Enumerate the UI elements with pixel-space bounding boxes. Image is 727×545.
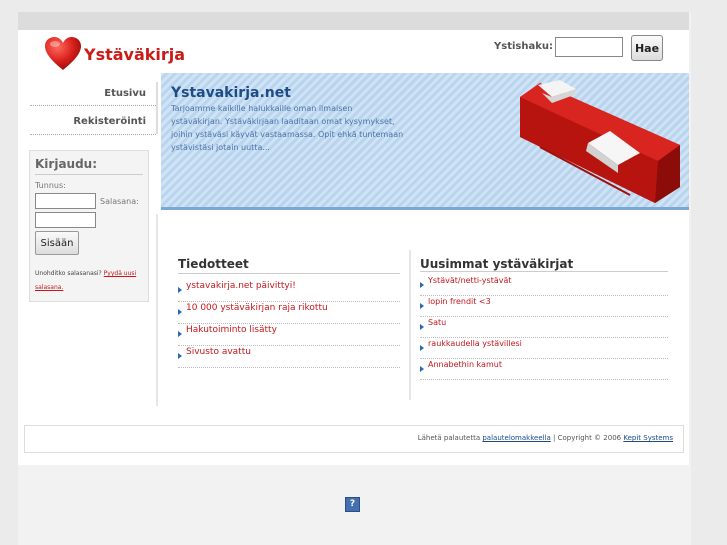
password-label: Salasana: — [100, 197, 139, 206]
list-item[interactable]: ystavakirja.net päivittyi! — [178, 280, 400, 302]
list-item[interactable]: 10 000 ystäväkirjan raja rikottu — [178, 302, 400, 324]
column-divider — [409, 250, 411, 400]
list-item[interactable]: Satu — [420, 317, 668, 338]
list-item[interactable]: Ystävät/netti-ystävät — [420, 275, 668, 296]
banner-title: Ystavakirja.net — [171, 85, 291, 101]
nav-item-etusivu[interactable]: Etusivu — [30, 81, 156, 106]
latest-item-label[interactable]: lopin frendit <3 — [428, 297, 491, 306]
news-item-label[interactable]: Hakutoiminto lisätty — [186, 325, 277, 335]
item-divider — [420, 379, 668, 380]
arrow-right-icon — [178, 331, 182, 337]
site-logo[interactable]: Ystäväkirja — [44, 36, 194, 72]
news-title-underline — [178, 273, 400, 274]
username-label: Tunnus: — [35, 181, 66, 190]
arrow-right-icon — [420, 303, 424, 309]
top-band — [18, 12, 689, 30]
sofa-illustration — [520, 80, 680, 203]
list-item[interactable]: lopin frendit <3 — [420, 296, 668, 317]
list-item[interactable]: Annabethin kamut — [420, 359, 668, 380]
login-box: Kirjaudu: Tunnus: Salasana: Sisään Unohd… — [29, 150, 149, 302]
arrow-right-icon — [420, 282, 424, 288]
item-divider — [178, 367, 400, 368]
nav-item-rekisterointi[interactable]: Rekisteröinti — [30, 109, 156, 134]
username-input[interactable] — [35, 193, 96, 209]
latest-item-label[interactable]: Ystävät/netti-ystävät — [428, 276, 512, 285]
forgot-password-text: Unohditko salasanasi? — [35, 270, 102, 277]
login-button[interactable]: Sisään — [35, 231, 79, 255]
list-item[interactable]: raukkaudella ystävillesi — [420, 338, 668, 359]
news-item-label[interactable]: 10 000 ystäväkirjan raja rikottu — [186, 303, 328, 313]
arrow-right-icon — [420, 366, 424, 372]
list-item[interactable]: Sivusto avattu — [178, 346, 400, 368]
latest-title: Uusimmat ystäväkirjat — [420, 257, 574, 271]
nav-divider — [30, 134, 156, 135]
search-input[interactable] — [555, 37, 623, 57]
list-item[interactable]: Hakutoiminto lisätty — [178, 324, 400, 346]
logo-text: Ystäväkirja — [84, 45, 186, 64]
arrow-right-icon — [178, 309, 182, 315]
feedback-link[interactable]: palautelomakkeella — [482, 434, 550, 442]
footer-text: Lähetä palautetta palautelomakkeella | C… — [418, 434, 673, 442]
arrow-right-icon — [420, 345, 424, 351]
latest-item-label[interactable]: raukkaudella ystävillesi — [428, 339, 522, 348]
news-title: Tiedotteet — [178, 257, 249, 271]
forgot-password: Unohditko salasanasi? Pyydä uusi salasan… — [35, 267, 145, 295]
banner-text: Tarjoamme kaikille halukkaille oman ilma… — [171, 104, 404, 152]
password-input[interactable] — [35, 212, 96, 228]
search-label: Ystishaku: — [494, 41, 553, 52]
latest-item-label[interactable]: Annabethin kamut — [428, 360, 502, 369]
footer: Lähetä palautetta palautelomakkeella | C… — [24, 425, 684, 453]
nav-divider-vertical — [156, 82, 158, 134]
arrow-right-icon — [178, 353, 182, 359]
heart-icon — [45, 37, 81, 70]
news-item-label[interactable]: Sivusto avattu — [186, 347, 251, 357]
column-divider — [156, 214, 158, 406]
company-link[interactable]: Kepit Systems — [623, 434, 673, 442]
footer-prefix: Lähetä palautetta — [417, 434, 481, 442]
latest-title-underline — [420, 271, 668, 272]
arrow-right-icon — [420, 324, 424, 330]
login-title-underline — [35, 174, 143, 175]
help-icon[interactable]: ? — [345, 497, 360, 512]
news-item-label[interactable]: ystavakirja.net päivittyi! — [186, 281, 296, 291]
copyright-text: | Copyright © 2006 — [553, 434, 622, 442]
login-title: Kirjaudu: — [35, 157, 98, 171]
latest-item-label[interactable]: Satu — [428, 318, 446, 327]
arrow-right-icon — [178, 287, 182, 293]
search-button[interactable]: Hae — [631, 35, 663, 61]
banner-border — [161, 207, 689, 210]
